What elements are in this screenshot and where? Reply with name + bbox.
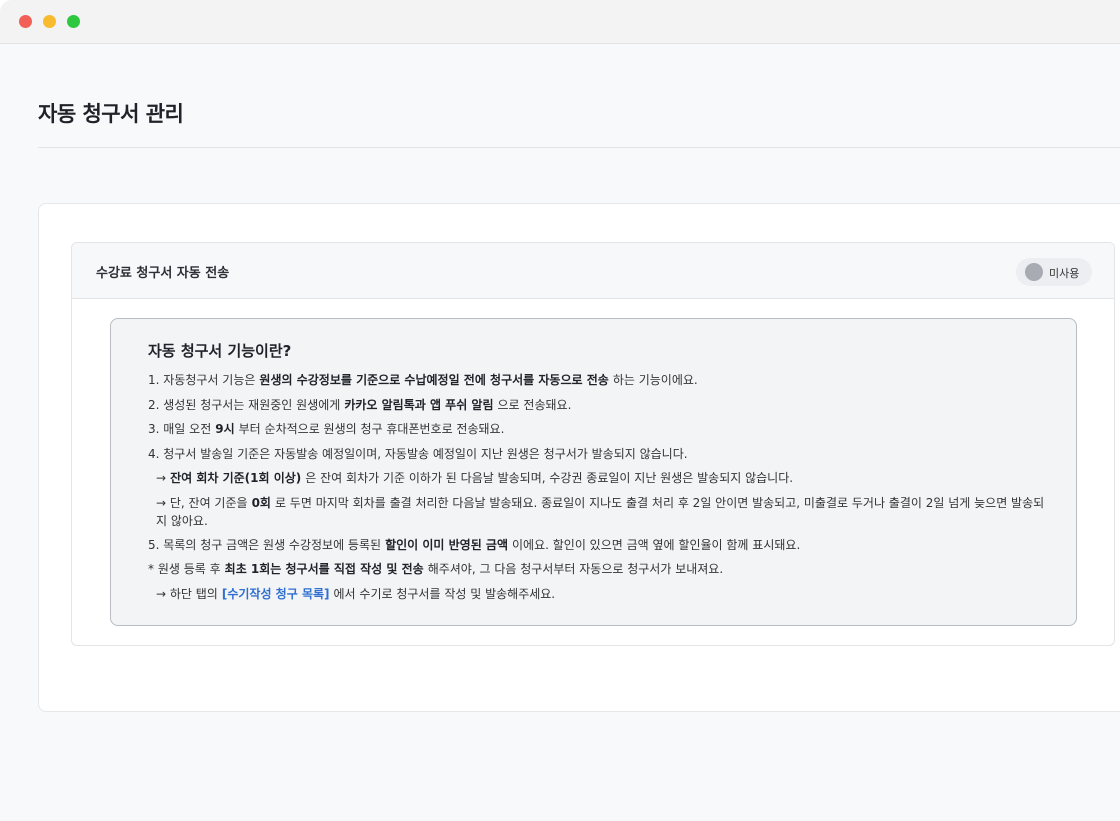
info-text: 3. 매일 오전 <box>148 422 212 436</box>
title-divider <box>38 147 1120 148</box>
manual-invoice-list-link[interactable]: [수기작성 청구 목록] <box>222 587 330 601</box>
info-line-1: 1. 자동청구서 기능은 원생의 수강정보를 기준으로 수납예정일 전에 청구서를… <box>148 371 1048 396</box>
info-text: 4. 청구서 발송일 기준은 자동발송 예정일이며, 자동발송 예정일이 지난 … <box>148 446 688 461</box>
info-text: → 하단 탭의 <box>156 586 218 601</box>
info-text: → <box>156 471 167 485</box>
info-text: 은 잔여 회차가 기준 이하가 된 다음날 발송되며, 수강권 종료일이 지난 … <box>305 471 794 485</box>
info-text: 1. 자동청구서 기능은 <box>148 373 256 387</box>
info-lines: 1. 자동청구서 기능은 원생의 수강정보를 기준으로 수납예정일 전에 청구서를… <box>148 371 1048 609</box>
info-text: 로 두면 마지막 회차를 출결 처리한 다음날 발송돼요. 종료일이 지나도 출… <box>156 495 1045 528</box>
info-text: 하는 기능이에요. <box>612 373 698 387</box>
info-line-5: → 잔여 회차 기준(1회 이상) 은 잔여 회차가 기준 이하가 된 다음날 발송… <box>148 469 1048 494</box>
info-text: 이에요. 할인이 있으면 금액 옆에 할인율이 함께 표시돼요. <box>512 537 801 552</box>
maximize-window-icon[interactable] <box>67 15 80 28</box>
info-text: 으로 전송돼요. <box>497 397 572 412</box>
info-title: 자동 청구서 기능이란? <box>148 342 292 360</box>
minimize-window-icon[interactable] <box>43 15 56 28</box>
info-text: * 원생 등록 후 <box>148 562 221 576</box>
app-window: 자동 청구서 관리 수강료 청구서 자동 전송 미사용 자동 청구서 기능이란?… <box>0 0 1120 821</box>
info-text: 부터 순차적으로 원생의 청구 휴대폰번호로 전송돼요. <box>238 422 505 436</box>
info-emphasis: 0회 <box>251 495 271 510</box>
info-text: 에서 수기로 청구서를 작성 및 발송해주세요. <box>333 586 556 601</box>
close-window-icon[interactable] <box>19 15 32 28</box>
info-line-2: 2. 생성된 청구서는 재원중인 원생에게 카카오 알림톡과 앱 푸쉬 알림 으로 … <box>148 396 1048 421</box>
auto-send-toggle[interactable]: 미사용 <box>1016 258 1092 286</box>
info-line-7: 5. 목록의 청구 금액은 원생 수강정보에 등록된 할인이 이미 반영된 금액 이… <box>148 536 1048 561</box>
window-titlebar <box>0 0 1120 44</box>
section-header: 수강료 청구서 자동 전송 미사용 <box>72 243 1114 299</box>
info-emphasis: 잔여 회차 기준(1회 이상) <box>170 471 302 485</box>
info-text: 해주셔야, 그 다음 청구서부터 자동으로 청구서가 보내져요. <box>427 562 724 576</box>
section-title: 수강료 청구서 자동 전송 <box>96 266 230 281</box>
info-line-4: 4. 청구서 발송일 기준은 자동발송 예정일이며, 자동발송 예정일이 지난 … <box>148 445 1048 470</box>
toggle-label: 미사용 <box>1049 267 1080 280</box>
info-line-9: → 하단 탭의 [수기작성 청구 목록] 에서 수기로 청구서를 작성 및 발송해주… <box>148 585 1048 610</box>
info-text: 5. 목록의 청구 금액은 원생 수강정보에 등록된 <box>148 537 382 552</box>
toggle-knob-icon <box>1025 263 1043 281</box>
info-emphasis: 최초 1회는 청구서를 직접 작성 및 전송 <box>224 562 424 576</box>
info-emphasis: 카카오 알림톡과 앱 푸쉬 알림 <box>344 397 494 412</box>
info-line-3: 3. 매일 오전 9시 부터 순차적으로 원생의 청구 휴대폰번호로 전송돼요. <box>148 420 1048 445</box>
info-text: → 단, 잔여 기준을 <box>156 495 248 510</box>
info-text: 2. 생성된 청구서는 재원중인 원생에게 <box>148 397 341 412</box>
info-line-8: * 원생 등록 후 최초 1회는 청구서를 직접 작성 및 전송 해주셔야, 그 다… <box>148 560 1048 585</box>
page-title: 자동 청구서 관리 <box>38 102 184 126</box>
info-emphasis: 할인이 이미 반영된 금액 <box>385 537 508 552</box>
info-emphasis: 9시 <box>215 422 235 436</box>
info-box: 자동 청구서 기능이란? 1. 자동청구서 기능은 원생의 수강정보를 기준으로 … <box>110 318 1077 626</box>
info-line-6: → 단, 잔여 기준을 0회 로 두면 마지막 회차를 출결 처리한 다음날 발송돼… <box>148 494 1048 530</box>
info-emphasis: 원생의 수강정보를 기준으로 수납예정일 전에 청구서를 자동으로 전송 <box>259 373 609 387</box>
